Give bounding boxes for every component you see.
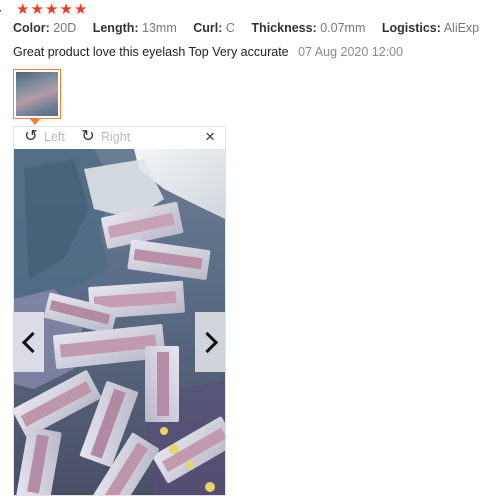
chevron-left-icon [21, 331, 43, 353]
previous-photo-button[interactable] [14, 312, 44, 372]
attr-logistics: Logistics: AliExpre [381, 21, 480, 35]
close-viewer-button[interactable]: × [205, 128, 215, 146]
star-icon: ★ [16, 1, 30, 18]
rotate-right-button[interactable]: ↻ Right [80, 129, 130, 145]
review-attributes: Color: 20D Length: 13mm Curl: C Thicknes… [13, 21, 480, 35]
review-photo-illustration [14, 149, 225, 495]
rotate-cw-icon: ↻ [81, 128, 95, 145]
star-icon: ★ [59, 1, 73, 18]
chevron-right-icon [196, 331, 218, 353]
review-photo-thumbnail[interactable] [13, 69, 61, 119]
next-photo-button[interactable] [195, 312, 225, 372]
rotate-left-label: Left [44, 130, 65, 144]
star-rating: ★ ★ ★ ★ ★ [16, 2, 87, 17]
attr-length: Length: 13mm [92, 21, 177, 35]
rotate-ccw-icon: ↺ [24, 128, 38, 145]
star-icon: ★ [73, 1, 88, 18]
review-date: 07 Aug 2020 12:00 [298, 45, 404, 59]
thumbnail-selected-caret [30, 119, 40, 125]
rotate-left-button[interactable]: ↺ Left [23, 129, 65, 145]
photo-viewer: ↺ Left ↻ Right × [13, 126, 226, 496]
review-photo [14, 149, 225, 495]
review-content: Great product love this eyelash Top Very… [13, 45, 403, 59]
reviewer-name: r [0, 5, 1, 20]
rotate-right-label: Right [101, 130, 131, 144]
star-icon: ★ [44, 1, 59, 18]
attr-thickness: Thickness: 0.07mm [251, 21, 366, 35]
attr-color: Color: 20D [13, 21, 77, 35]
star-icon: ★ [30, 1, 44, 18]
photo-viewer-toolbar: ↺ Left ↻ Right × [14, 127, 225, 149]
thumbnail-image [16, 72, 58, 116]
review-text: Great product love this eyelash Top Very… [13, 45, 289, 59]
attr-curl: Curl: C [193, 21, 235, 35]
